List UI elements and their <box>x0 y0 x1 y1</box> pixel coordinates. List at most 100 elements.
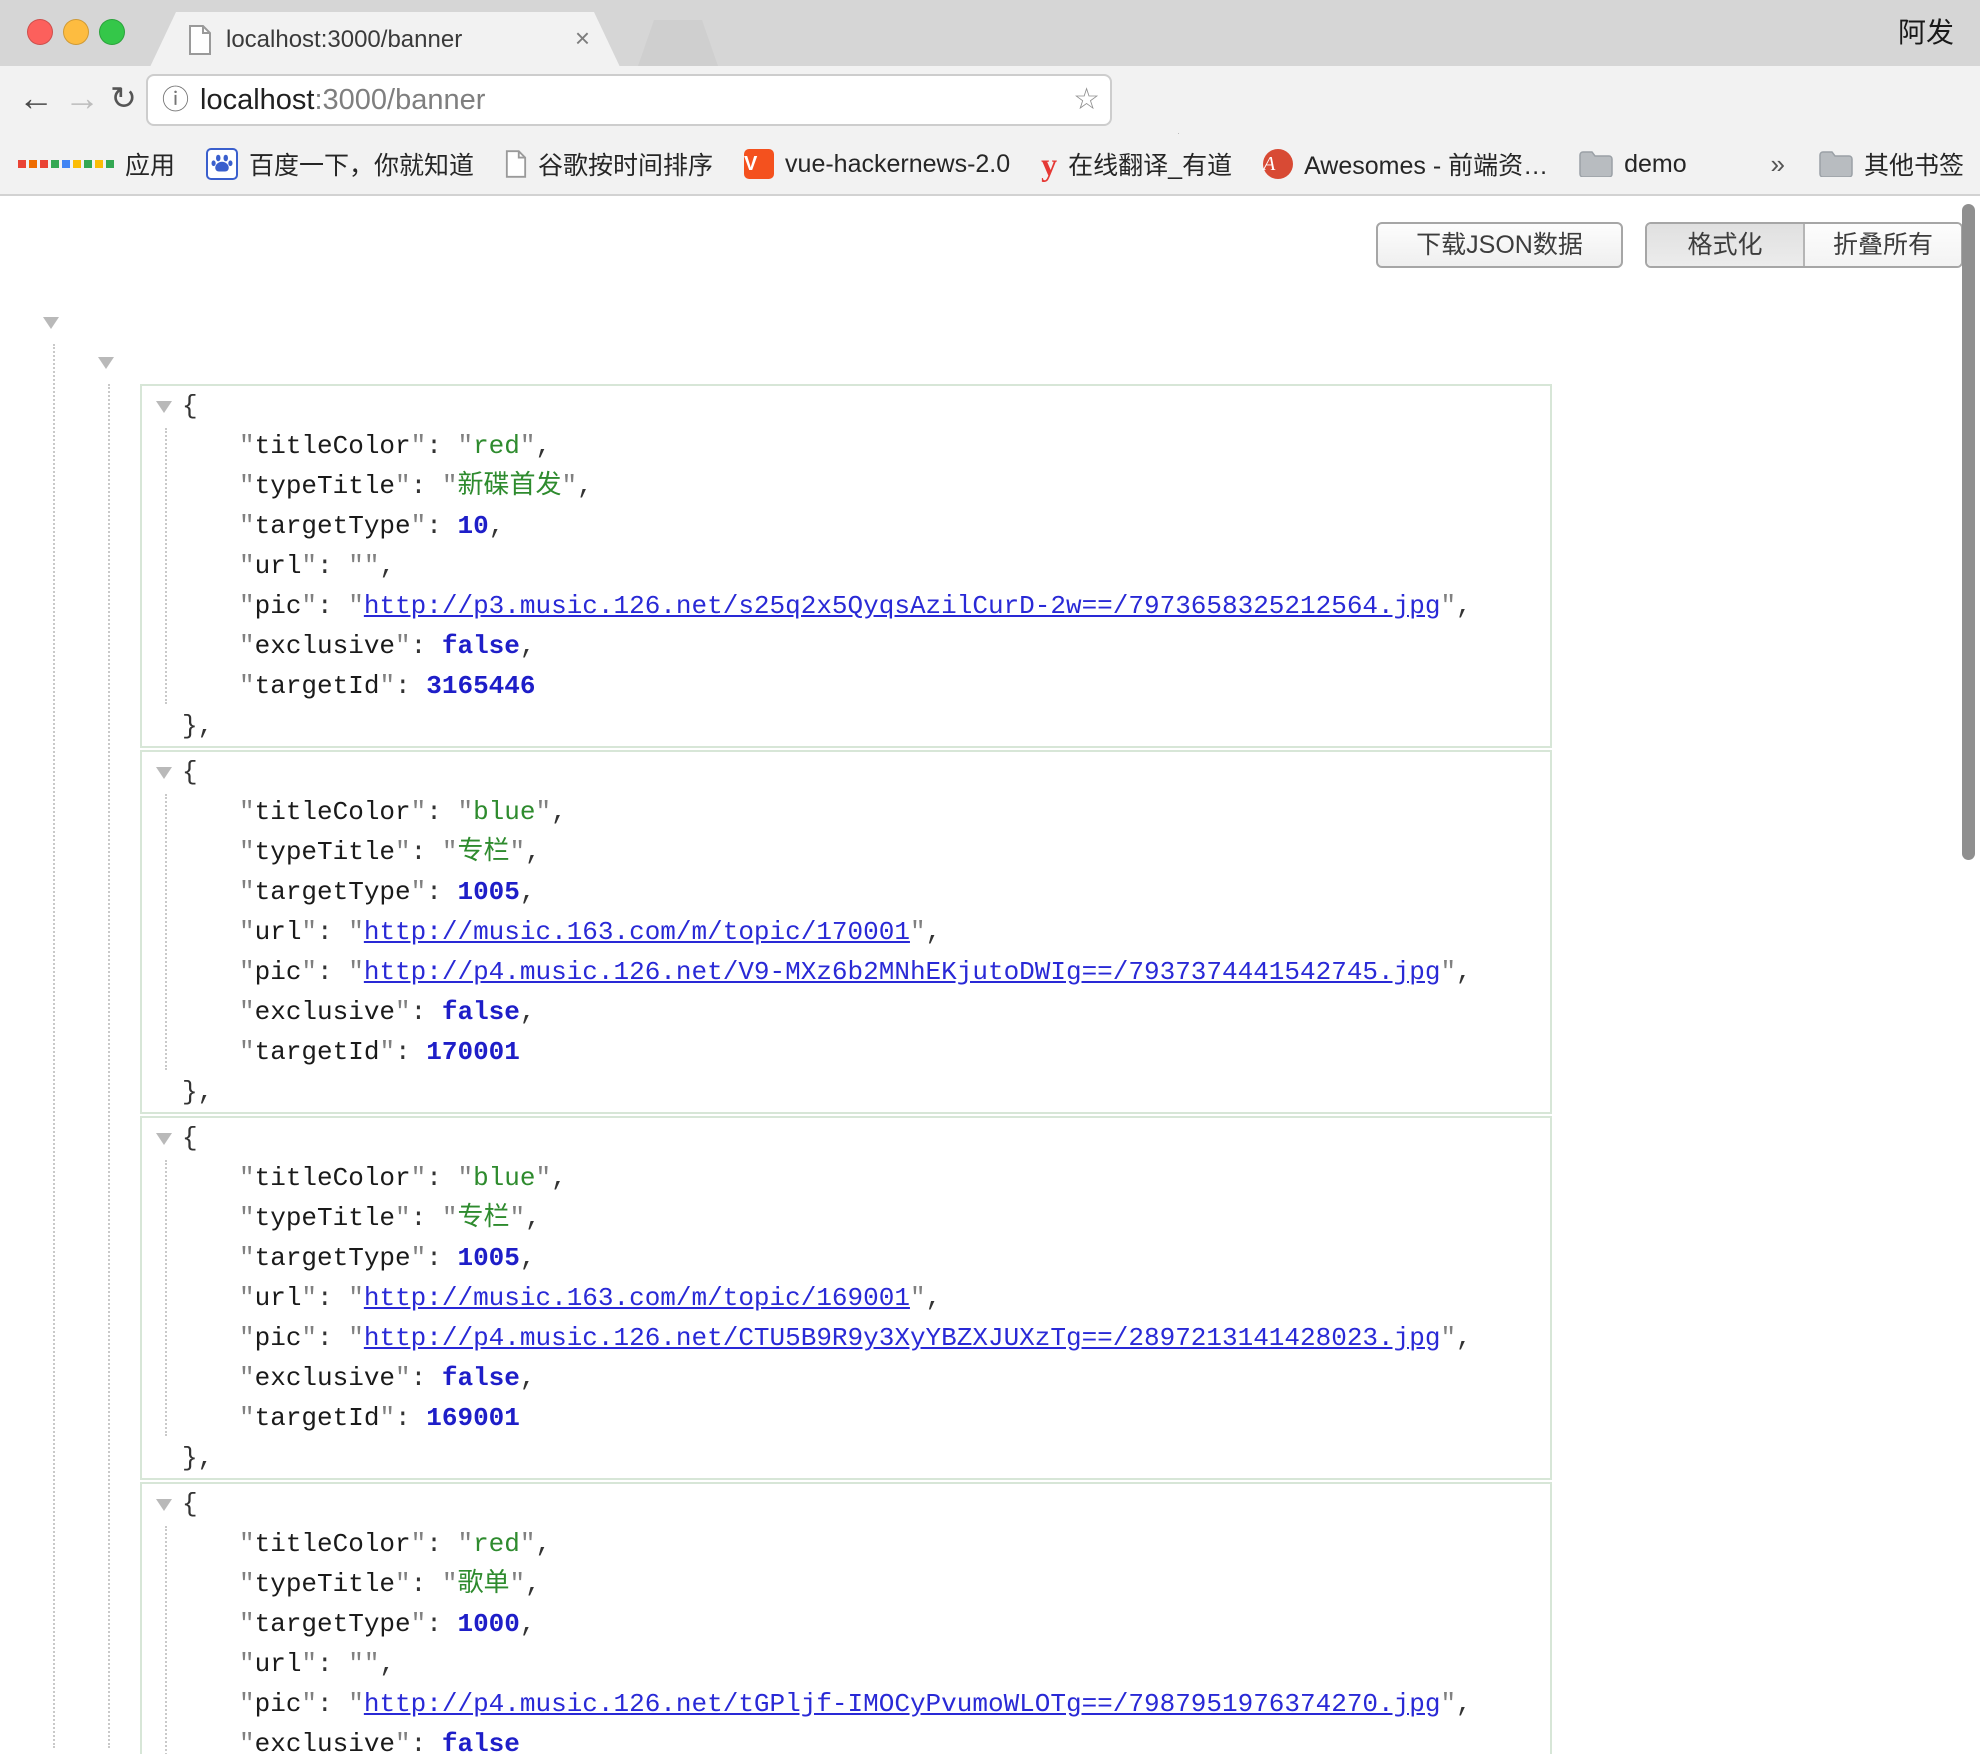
tab-close-icon[interactable]: × <box>575 12 590 67</box>
collapse-all-button[interactable]: 折叠所有 <box>1803 224 1961 266</box>
format-button[interactable]: 格式化 <box>1647 224 1803 266</box>
json-tree: { "banners": [ {"titleColor": "red","typ… <box>0 302 1960 1754</box>
json-property-row: "typeTitle": "歌单", <box>142 1564 1550 1604</box>
json-property-row: "titleColor": "blue", <box>142 792 1550 832</box>
bookmarks-overflow-chevron[interactable]: » <box>1771 149 1785 180</box>
json-value-number: false <box>442 1363 520 1393</box>
close-window-button[interactable] <box>27 19 53 45</box>
folder-icon <box>1579 151 1613 177</box>
json-property-row: "targetType": 1000, <box>142 1604 1550 1644</box>
json-key: titleColor <box>255 1529 411 1559</box>
json-banners-row: "banners": [ <box>0 342 1960 382</box>
json-property-row: "url": "", <box>142 1644 1550 1684</box>
json-array-items: {"titleColor": "red","typeTitle": "新碟首发"… <box>0 384 1960 1754</box>
bookmark-item-apps[interactable]: 应用 <box>18 146 175 182</box>
json-root-open-row: { <box>0 302 1960 342</box>
json-key: pic <box>255 1323 302 1353</box>
collapse-toggle-icon[interactable] <box>98 357 114 369</box>
json-key: typeTitle <box>255 837 395 867</box>
json-object-close-row: }, <box>142 706 1550 746</box>
json-value-number: 1000 <box>457 1609 519 1639</box>
json-key: pic <box>255 591 302 621</box>
json-value-number: false <box>442 997 520 1027</box>
folder-icon <box>1819 151 1853 177</box>
json-property-row: "targetType": 1005, <box>142 1238 1550 1278</box>
json-value-number: false <box>442 1729 520 1754</box>
tab-strip: localhost:3000/banner × 阿发 <box>0 0 1980 67</box>
json-property-row: "url": "http://music.163.com/m/topic/170… <box>142 912 1550 952</box>
indent-guide <box>165 428 167 704</box>
reload-button[interactable]: ↻ <box>110 66 137 134</box>
bookmark-item-google-sort[interactable]: 谷歌按时间排序 <box>505 146 713 182</box>
new-tab-button[interactable] <box>638 20 718 66</box>
page-info-icon[interactable]: ⓘ <box>162 76 189 124</box>
page-favicon-icon <box>188 25 212 60</box>
url-text[interactable]: localhost:3000/banner <box>200 76 485 124</box>
collapse-toggle-icon[interactable] <box>43 317 59 329</box>
bookmark-star-icon[interactable]: ☆ <box>1073 76 1100 124</box>
json-value-number: 1005 <box>457 877 519 907</box>
json-property-row: "pic": "http://p4.music.126.net/CTU5B9R9… <box>142 1318 1550 1358</box>
other-bookmarks-folder[interactable]: 其他书签 <box>1819 146 1964 182</box>
json-link[interactable]: http://p4.music.126.net/V9-MXz6b2MNhEKju… <box>364 957 1441 987</box>
profile-name[interactable]: 阿发 <box>1898 0 1954 66</box>
json-key: pic <box>255 1689 302 1719</box>
json-property-row: "targetId": 3165446 <box>142 666 1550 706</box>
json-link[interactable]: http://p4.music.126.net/tGPljf-IMOCyPvum… <box>364 1689 1441 1719</box>
json-key: titleColor <box>255 431 411 461</box>
json-link[interactable]: http://p4.music.126.net/CTU5B9R9y3XyYBZX… <box>364 1323 1441 1353</box>
collapse-toggle-icon[interactable] <box>156 1499 172 1511</box>
json-key: targetType <box>255 1243 411 1273</box>
bookmark-item-awesomes[interactable]: A Awesomes - 前端资… <box>1263 146 1548 182</box>
json-value-string: red <box>473 431 520 461</box>
json-key: targetType <box>255 511 411 541</box>
json-property-row: "targetId": 169001 <box>142 1398 1550 1438</box>
json-property-row: "typeTitle": "新碟首发", <box>142 466 1550 506</box>
json-key: exclusive <box>255 997 395 1027</box>
json-value-string: red <box>473 1529 520 1559</box>
json-property-row: "targetType": 1005, <box>142 872 1550 912</box>
view-mode-button-group: 格式化 折叠所有 <box>1645 222 1963 268</box>
scrollbar-thumb[interactable] <box>1962 204 1975 860</box>
json-property-row: "titleColor": "red", <box>142 1524 1550 1564</box>
zoom-window-button[interactable] <box>99 19 125 45</box>
json-key: url <box>255 917 302 947</box>
json-property-row: "url": "http://music.163.com/m/topic/169… <box>142 1278 1550 1318</box>
bookmark-item-youdao[interactable]: y 在线翻译_有道 <box>1041 146 1232 183</box>
json-property-row: "titleColor": "red", <box>142 426 1550 466</box>
address-bar[interactable]: ⓘ localhost:3000/banner ☆ <box>146 74 1112 126</box>
json-property-row: "titleColor": "blue", <box>142 1158 1550 1198</box>
json-property-row: "pic": "http://p4.music.126.net/V9-MXz6b… <box>142 952 1550 992</box>
collapse-toggle-icon[interactable] <box>156 1133 172 1145</box>
bookmarks-bar: 应用 百度一下，你就知道 谷歌按时间排序 V vue-hackernews-2.… <box>0 134 1980 196</box>
apps-grid-icon <box>18 160 114 168</box>
json-link[interactable]: http://music.163.com/m/topic/169001 <box>364 1283 910 1313</box>
indent-guide <box>165 1160 167 1436</box>
download-json-button[interactable]: 下载JSON数据 <box>1376 222 1623 268</box>
baidu-paw-icon <box>206 148 238 180</box>
json-property-row: "exclusive": false, <box>142 626 1550 666</box>
indent-guide <box>165 1526 167 1754</box>
bookmark-item-baidu[interactable]: 百度一下，你就知道 <box>206 146 474 182</box>
json-key: targetId <box>255 1037 380 1067</box>
awesomes-icon: A <box>1263 149 1293 179</box>
json-property-row: "targetId": 170001 <box>142 1032 1550 1072</box>
bookmark-item-vue-hackernews[interactable]: V vue-hackernews-2.0 <box>744 149 1010 179</box>
json-link[interactable]: http://music.163.com/m/topic/170001 <box>364 917 910 947</box>
json-object-open-row: { <box>142 1118 1550 1158</box>
json-property-row: "typeTitle": "专栏", <box>142 832 1550 872</box>
json-object-box: {"titleColor": "red","typeTitle": "歌单","… <box>140 1482 1552 1754</box>
collapse-toggle-icon[interactable] <box>156 401 172 413</box>
json-value-number: false <box>442 631 520 661</box>
browser-tab[interactable]: localhost:3000/banner × <box>150 12 620 67</box>
json-property-row: "pic": "http://p4.music.126.net/tGPljf-I… <box>142 1684 1550 1724</box>
youdao-icon: y <box>1041 146 1057 183</box>
json-value-string: 歌单 <box>457 1569 509 1599</box>
back-button[interactable]: ← <box>18 66 54 134</box>
json-key: exclusive <box>255 1363 395 1393</box>
json-link[interactable]: http://p3.music.126.net/s25q2x5QyqsAzilC… <box>364 591 1441 621</box>
collapse-toggle-icon[interactable] <box>156 767 172 779</box>
json-object-box: {"titleColor": "red","typeTitle": "新碟首发"… <box>140 384 1552 748</box>
bookmark-item-demo[interactable]: demo <box>1579 150 1687 179</box>
minimize-window-button[interactable] <box>63 19 89 45</box>
